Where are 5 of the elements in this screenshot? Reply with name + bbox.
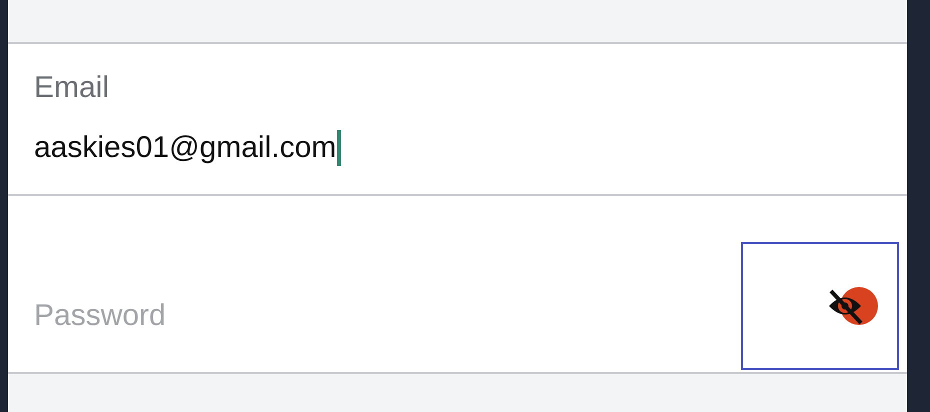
eye-slash-icon [827,284,879,326]
visibility-toggle-button[interactable] [741,242,899,370]
field-label: Email [34,70,110,106]
password-field[interactable]: Password [34,299,741,333]
email-field[interactable]: aaskies01@gmail.com [34,130,336,166]
